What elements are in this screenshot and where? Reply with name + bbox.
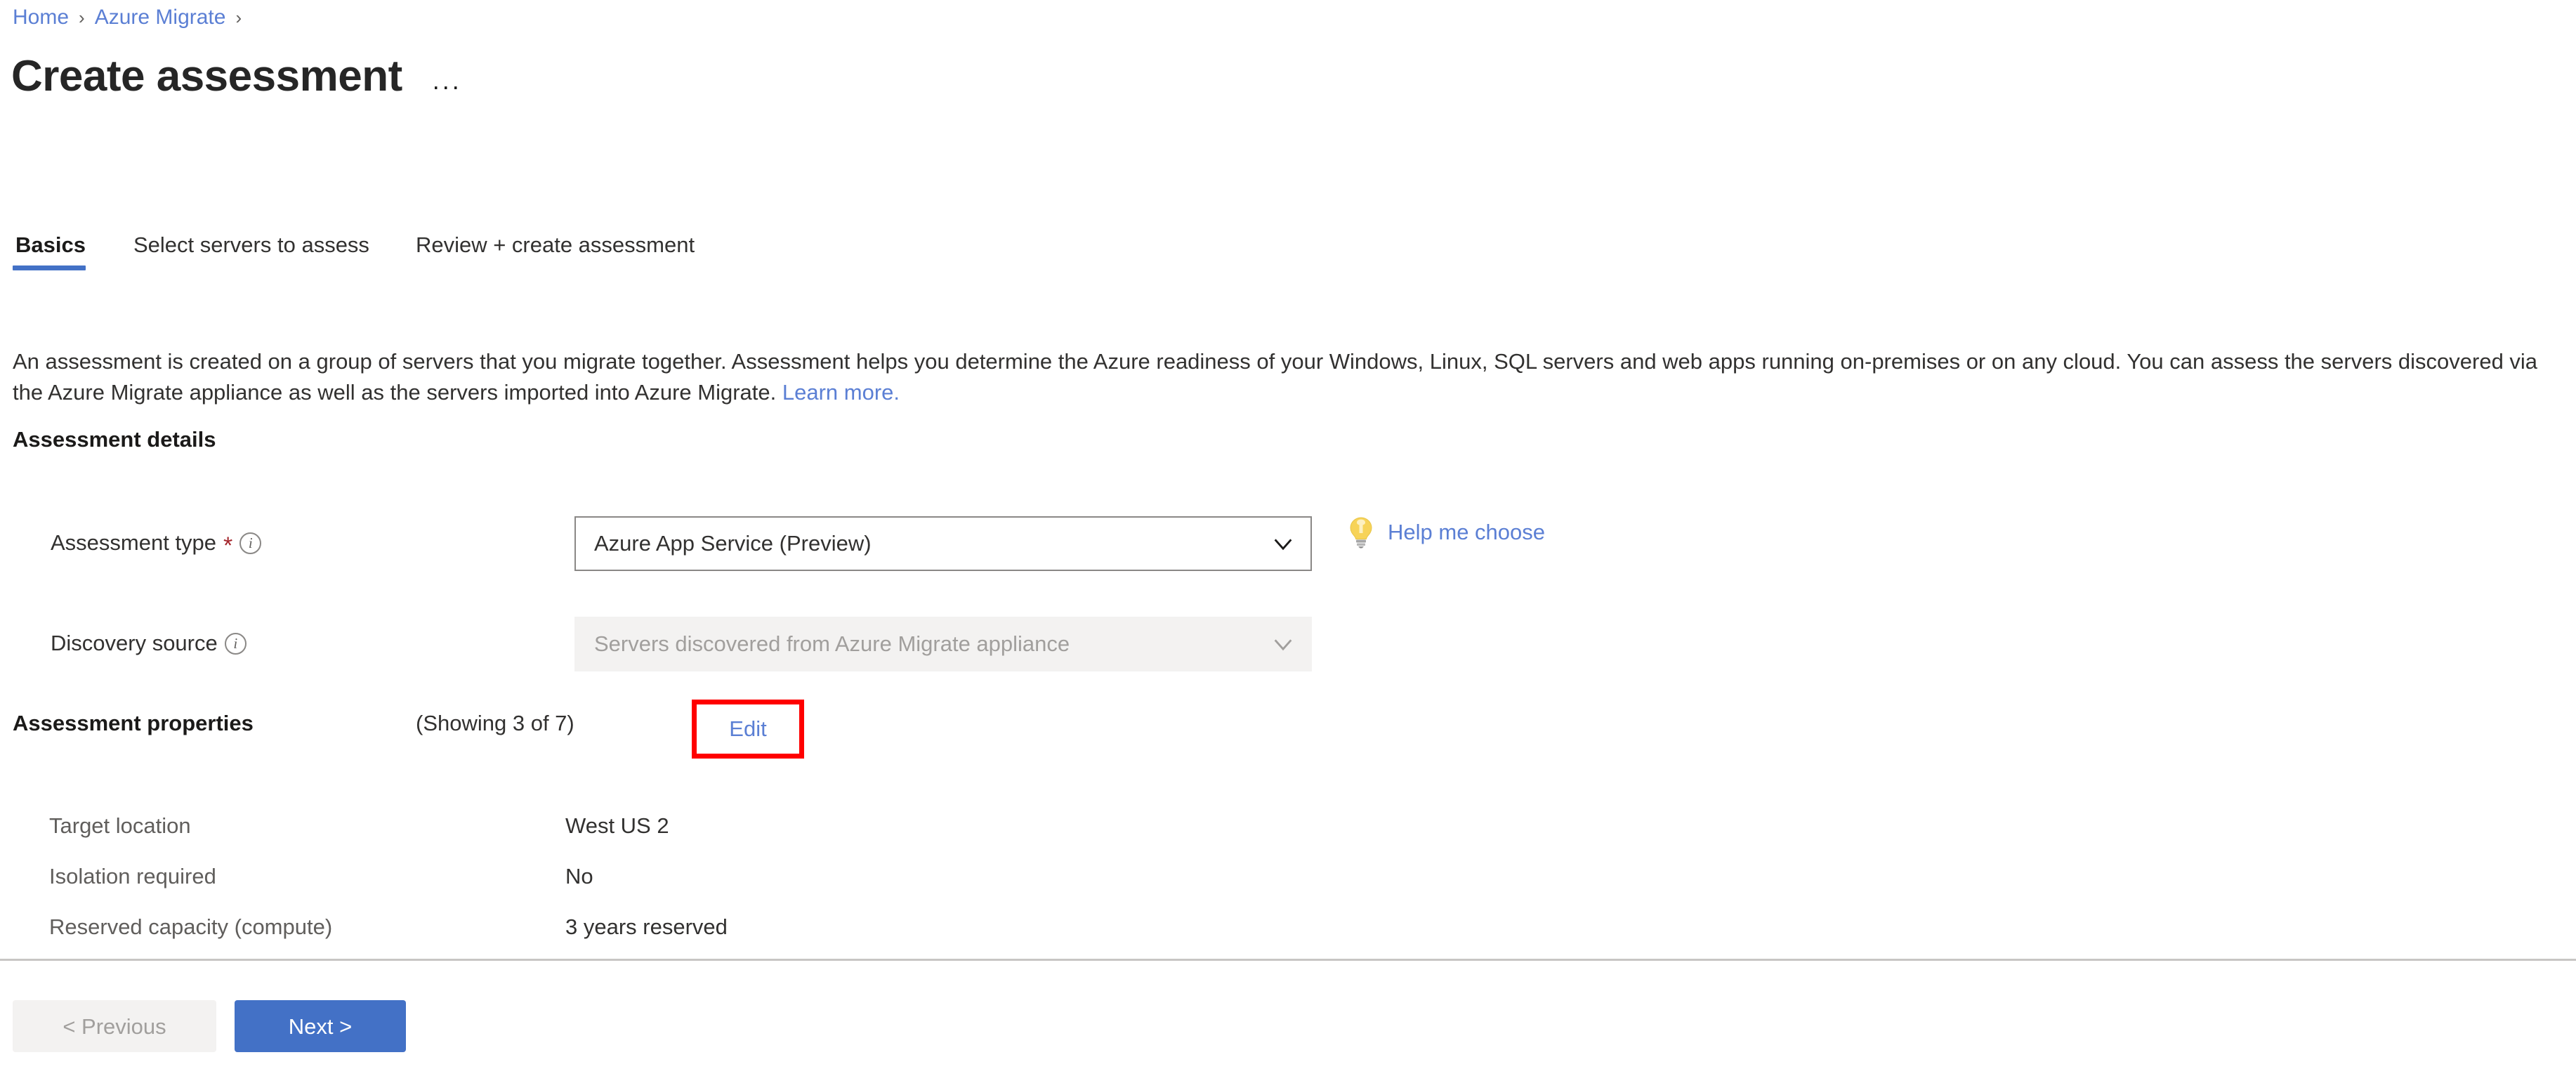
assessment-properties-heading: Assessment properties — [13, 711, 254, 735]
property-value: 3 years reserved — [565, 914, 728, 939]
intro-text: An assessment is created on a group of s… — [13, 349, 2538, 405]
page-header: Create assessment ··· — [11, 52, 467, 100]
assessment-type-label: Assessment type — [51, 530, 217, 555]
edit-highlight-box: Edit — [692, 700, 804, 759]
tab-review-create[interactable]: Review + create assessment — [413, 232, 713, 270]
help-me-choose-label: Help me choose — [1388, 520, 1546, 544]
assessment-properties-list: Target location West US 2 Isolation requ… — [49, 801, 1173, 952]
tab-basics-label: Basics — [15, 232, 86, 257]
learn-more-link[interactable]: Learn more. — [782, 380, 900, 405]
chevron-right-icon: › — [79, 7, 85, 28]
assessment-type-label-group: Assessment type * i — [51, 530, 262, 559]
edit-properties-link[interactable]: Edit — [697, 704, 799, 754]
table-row: Reserved capacity (compute) 3 years rese… — [49, 902, 1173, 952]
next-button[interactable]: Next > — [235, 1000, 406, 1052]
breadcrumb: Home › Azure Migrate › — [13, 7, 242, 28]
assessment-type-dropdown[interactable]: Azure App Service (Preview) — [574, 516, 1312, 571]
chevron-right-icon: › — [235, 7, 242, 28]
page-title: Create assessment — [11, 52, 402, 100]
property-name: Isolation required — [49, 864, 216, 888]
tab-select-servers[interactable]: Select servers to assess — [131, 232, 388, 270]
discovery-source-label-group: Discovery source i — [51, 631, 247, 656]
chevron-down-icon — [1274, 639, 1292, 651]
info-icon[interactable]: i — [239, 532, 262, 554]
info-icon[interactable]: i — [224, 632, 247, 655]
wizard-tabs: Basics Select servers to assess Review +… — [13, 232, 738, 271]
more-options-icon[interactable]: ··· — [426, 70, 467, 103]
discovery-source-dropdown: Servers discovered from Azure Migrate ap… — [574, 617, 1312, 671]
footer-divider — [0, 959, 2576, 961]
help-me-choose-link[interactable]: Help me choose — [1347, 516, 1545, 549]
tab-basics[interactable]: Basics — [13, 232, 104, 271]
assessment-type-value: Azure App Service (Preview) — [594, 531, 872, 556]
section-title-assessment-details: Assessment details — [13, 427, 216, 452]
chevron-down-icon — [1274, 539, 1292, 551]
required-indicator: * — [223, 532, 233, 559]
lightbulb-icon — [1350, 517, 1372, 549]
wizard-footer: < Previous Next > — [13, 1000, 406, 1052]
discovery-source-label: Discovery source — [51, 631, 218, 655]
breadcrumb-item-azure-migrate[interactable]: Azure Migrate — [95, 7, 226, 28]
table-row: Target location West US 2 — [49, 801, 1173, 851]
tab-select-servers-label: Select servers to assess — [133, 232, 369, 257]
discovery-source-value: Servers discovered from Azure Migrate ap… — [594, 631, 1070, 656]
intro-description: An assessment is created on a group of s… — [13, 346, 2562, 408]
property-name: Target location — [49, 813, 191, 838]
table-row: Isolation required No — [49, 851, 1173, 902]
assessment-properties-count: (Showing 3 of 7) — [416, 711, 574, 735]
property-value: West US 2 — [565, 813, 669, 838]
property-value: No — [565, 864, 593, 888]
previous-button[interactable]: < Previous — [13, 1000, 216, 1052]
breadcrumb-item-home[interactable]: Home — [13, 7, 69, 28]
property-name: Reserved capacity (compute) — [49, 914, 333, 939]
tab-review-create-label: Review + create assessment — [415, 232, 695, 257]
